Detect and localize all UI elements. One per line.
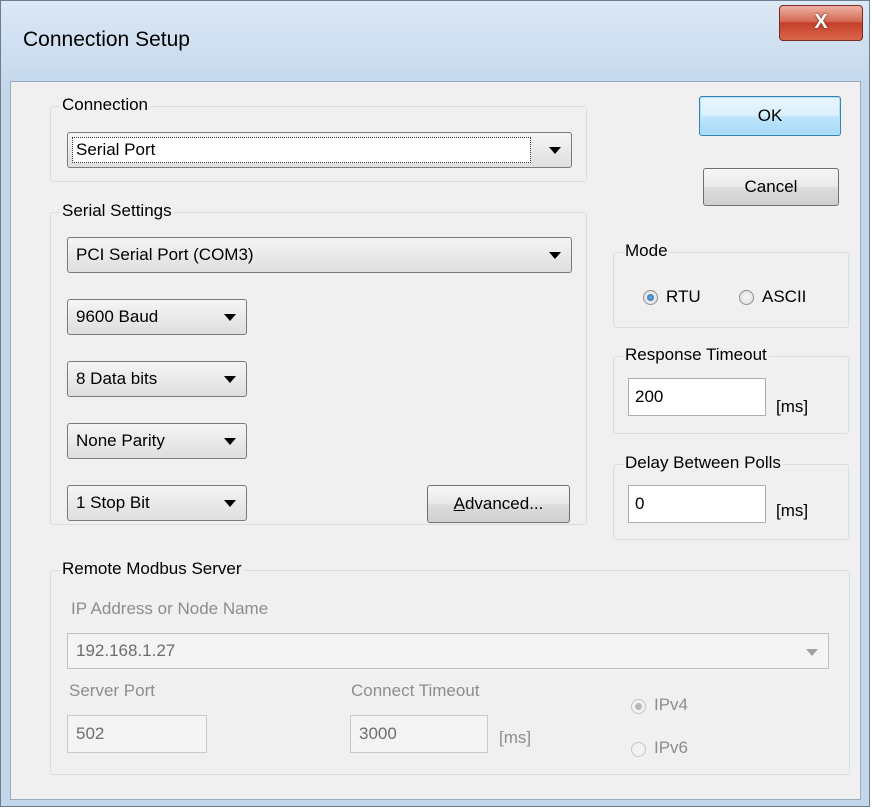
close-button[interactable]: X [779,5,863,41]
ip-address-combobox[interactable]: 192.168.1.27 [67,633,829,669]
chevron-down-icon [224,376,236,383]
chevron-down-icon [224,438,236,445]
ipv4-radio[interactable] [631,699,646,714]
chevron-down-icon [224,500,236,507]
response-timeout-value: 200 [635,387,664,406]
dialog-body: Connection Serial Port OK Cancel Serial … [10,81,861,800]
connection-type-dropdown[interactable]: Serial Port [67,132,572,168]
ipv4-label[interactable]: IPv4 [654,695,688,715]
mode-ascii-radio[interactable] [739,290,754,305]
chevron-down-icon [806,649,818,656]
ipv6-label[interactable]: IPv6 [654,738,688,758]
mode-rtu-label[interactable]: RTU [666,287,701,307]
mode-group-label: Mode [623,241,670,261]
response-timeout-unit: [ms] [776,397,809,416]
mode-rtu-radio[interactable] [643,290,658,305]
ipv6-radio[interactable] [631,742,646,757]
connection-type-value: Serial Port [76,140,156,159]
connection-setup-dialog: Connection Setup X Connection Serial Por… [0,0,870,807]
baud-rate-dropdown[interactable]: 9600 Baud [67,299,247,335]
ok-button[interactable]: OK [699,96,841,136]
chevron-down-icon [549,252,561,259]
advanced-button[interactable]: Advanced... [427,485,570,523]
stop-bits-dropdown[interactable]: 1 Stop Bit [67,485,247,521]
ip-address-value: 192.168.1.27 [76,641,176,660]
ip-address-label: IP Address or Node Name [71,599,269,618]
parity-value: None Parity [76,431,165,450]
serial-port-dropdown[interactable]: PCI Serial Port (COM3) [67,237,572,273]
data-bits-dropdown[interactable]: 8 Data bits [67,361,247,397]
mode-ascii-label[interactable]: ASCII [762,287,806,307]
baud-rate-value: 9600 Baud [76,307,159,326]
chevron-down-icon [549,147,561,154]
delay-between-polls-group-label: Delay Between Polls [623,453,783,473]
delay-between-polls-input[interactable]: 0 [628,485,766,523]
response-timeout-group-label: Response Timeout [623,345,769,365]
response-timeout-input[interactable]: 200 [628,378,766,416]
connect-timeout-input[interactable]: 3000 [350,715,488,753]
connect-timeout-unit: [ms] [499,728,532,747]
parity-dropdown[interactable]: None Parity [67,423,247,459]
server-port-input[interactable]: 502 [67,715,207,753]
stop-bits-value: 1 Stop Bit [76,493,150,512]
delay-between-polls-value: 0 [635,494,645,513]
window-title: Connection Setup [23,28,190,51]
delay-between-polls-unit: [ms] [776,501,809,520]
connection-group-label: Connection [60,95,151,115]
connect-timeout-label: Connect Timeout [351,681,480,700]
serial-port-value: PCI Serial Port (COM3) [76,245,254,264]
data-bits-value: 8 Data bits [76,369,158,388]
cancel-button[interactable]: Cancel [703,168,839,206]
serial-settings-group-label: Serial Settings [60,201,174,221]
connect-timeout-value: 3000 [359,724,397,743]
server-port-value: 502 [76,724,105,743]
chevron-down-icon [224,314,236,321]
remote-modbus-server-group-label: Remote Modbus Server [60,559,244,579]
server-port-label: Server Port [69,681,155,700]
title-bar: Connection Setup X [1,1,869,81]
